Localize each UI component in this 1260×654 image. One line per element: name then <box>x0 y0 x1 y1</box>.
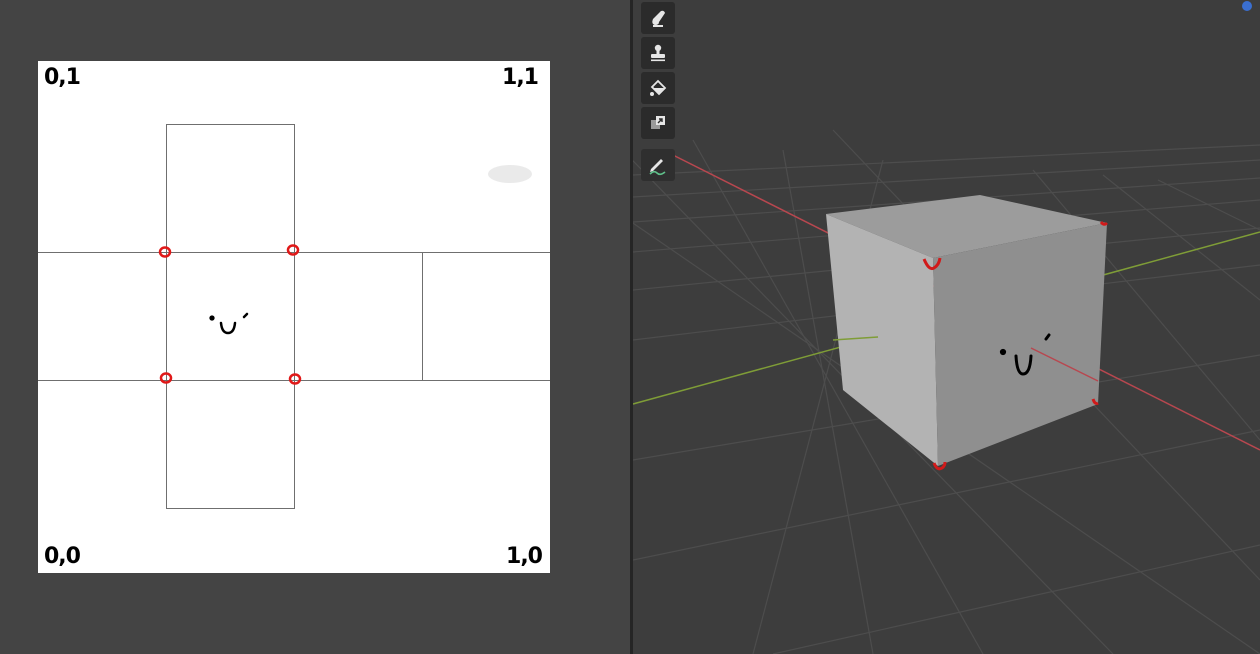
annotate-tool-button[interactable] <box>641 149 675 181</box>
face-drawing <box>209 312 249 335</box>
uv-paint-overlay <box>158 165 532 385</box>
draw-brush-icon <box>652 10 665 27</box>
3d-viewport[interactable] <box>633 0 1260 654</box>
clone-stamp-icon <box>651 44 665 62</box>
annotate-pen-icon <box>649 159 666 176</box>
uv-texture-canvas[interactable]: 0,1 1,1 0,0 1,0 <box>38 61 550 573</box>
uv-vertex-marker <box>158 244 302 385</box>
cube-object <box>826 195 1109 471</box>
mask-tool-button[interactable] <box>641 107 675 139</box>
uv-editor-panel[interactable]: 0,1 1,1 0,0 1,0 <box>0 0 630 654</box>
viewport-scene <box>633 129 1260 654</box>
navigation-gizmo-dot[interactable] <box>1242 1 1252 11</box>
draw-brush-tool-button[interactable] <box>641 2 675 34</box>
fill-tool-button[interactable] <box>641 72 675 104</box>
clone-stamp-tool-button[interactable] <box>641 37 675 69</box>
mask-icon <box>651 116 665 129</box>
fill-bucket-icon <box>650 79 667 96</box>
